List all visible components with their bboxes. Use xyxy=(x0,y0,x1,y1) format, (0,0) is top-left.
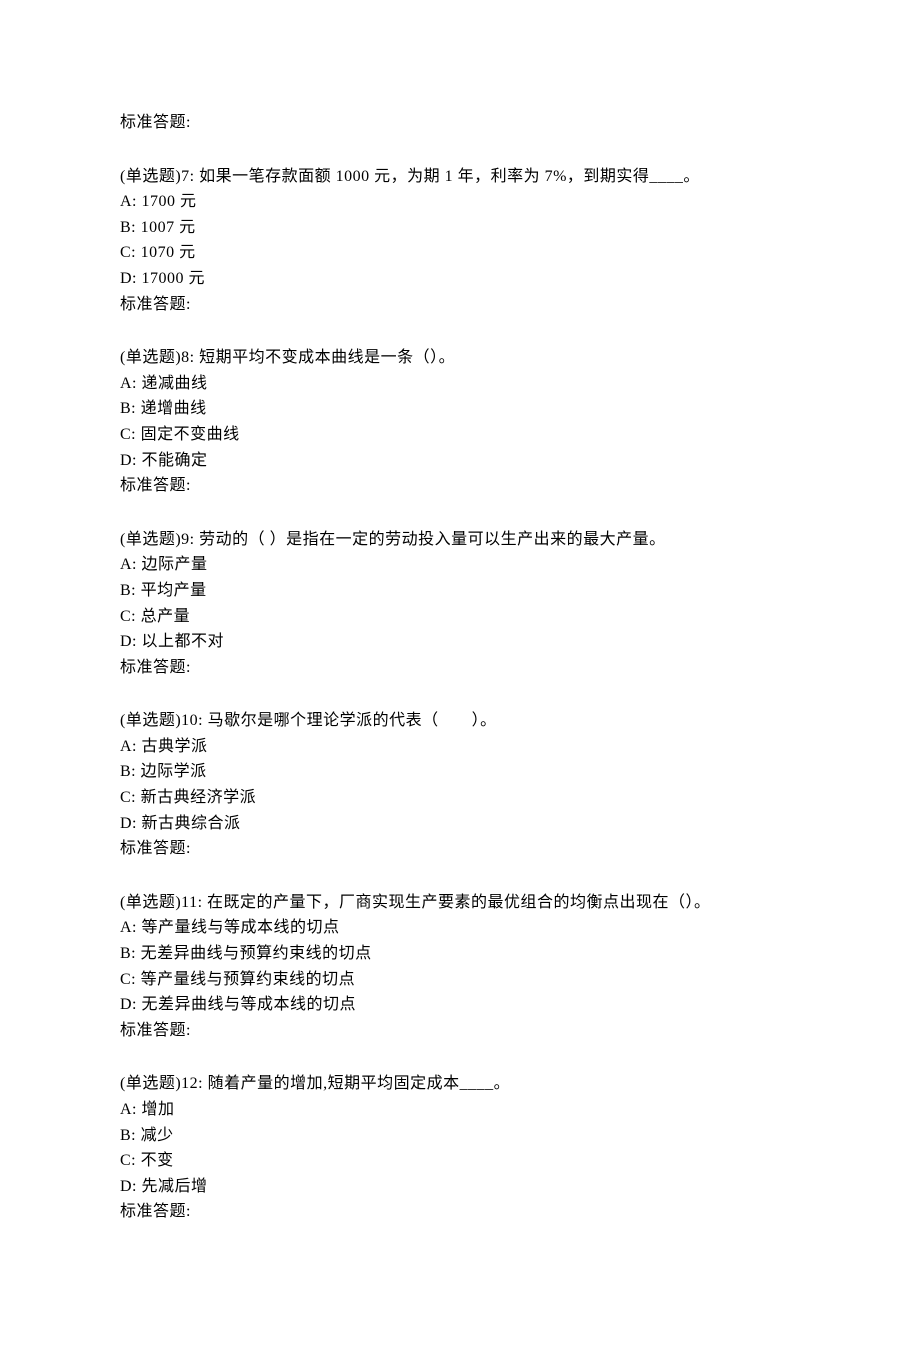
option-c: C: 新古典经济学派 xyxy=(120,785,800,811)
option-d: D: 17000 元 xyxy=(120,266,800,292)
option-c: C: 总产量 xyxy=(120,604,800,630)
option-d: D: 先减后增 xyxy=(120,1174,800,1200)
question-10: (单选题)10: 马歇尔是哪个理论学派的代表（ ）。 A: 古典学派 B: 边际… xyxy=(120,708,800,862)
question-7: (单选题)7: 如果一笔存款面额 1000 元，为期 1 年，利率为 7%，到期… xyxy=(120,164,800,318)
option-d: D: 以上都不对 xyxy=(120,629,800,655)
question-11: (单选题)11: 在既定的产量下，厂商实现生产要素的最优组合的均衡点出现在（）。… xyxy=(120,890,800,1044)
answer-label: 标准答题: xyxy=(120,1199,800,1225)
option-d: D: 不能确定 xyxy=(120,448,800,474)
question-header: (单选题)9: 劳动的（ ）是指在一定的劳动投入量可以生产出来的最大产量。 xyxy=(120,527,800,553)
option-c: C: 等产量线与预算约束线的切点 xyxy=(120,967,800,993)
question-header: (单选题)12: 随着产量的增加,短期平均固定成本____。 xyxy=(120,1071,800,1097)
option-d: D: 无差异曲线与等成本线的切点 xyxy=(120,992,800,1018)
option-a: A: 古典学派 xyxy=(120,734,800,760)
option-b: B: 边际学派 xyxy=(120,759,800,785)
answer-label: 标准答题: xyxy=(120,110,800,136)
option-a: A: 递减曲线 xyxy=(120,371,800,397)
option-d: D: 新古典综合派 xyxy=(120,811,800,837)
option-b: B: 减少 xyxy=(120,1123,800,1149)
question-header: (单选题)7: 如果一笔存款面额 1000 元，为期 1 年，利率为 7%，到期… xyxy=(120,164,800,190)
question-9: (单选题)9: 劳动的（ ）是指在一定的劳动投入量可以生产出来的最大产量。 A:… xyxy=(120,527,800,681)
question-header: (单选题)8: 短期平均不变成本曲线是一条（）。 xyxy=(120,345,800,371)
answer-label: 标准答题: xyxy=(120,836,800,862)
option-b: B: 无差异曲线与预算约束线的切点 xyxy=(120,941,800,967)
question-header: (单选题)11: 在既定的产量下，厂商实现生产要素的最优组合的均衡点出现在（）。 xyxy=(120,890,800,916)
option-a: A: 1700 元 xyxy=(120,189,800,215)
option-b: B: 1007 元 xyxy=(120,215,800,241)
option-c: C: 不变 xyxy=(120,1148,800,1174)
option-b: B: 递增曲线 xyxy=(120,396,800,422)
option-a: A: 边际产量 xyxy=(120,552,800,578)
answer-label: 标准答题: xyxy=(120,655,800,681)
question-header: (单选题)10: 马歇尔是哪个理论学派的代表（ ）。 xyxy=(120,708,800,734)
question-8: (单选题)8: 短期平均不变成本曲线是一条（）。 A: 递减曲线 B: 递增曲线… xyxy=(120,345,800,499)
option-a: A: 增加 xyxy=(120,1097,800,1123)
answer-label: 标准答题: xyxy=(120,292,800,318)
answer-label: 标准答题: xyxy=(120,473,800,499)
option-c: C: 1070 元 xyxy=(120,240,800,266)
leading-answer-block: 标准答题: xyxy=(120,110,800,136)
answer-label: 标准答题: xyxy=(120,1018,800,1044)
option-c: C: 固定不变曲线 xyxy=(120,422,800,448)
option-b: B: 平均产量 xyxy=(120,578,800,604)
question-12: (单选题)12: 随着产量的增加,短期平均固定成本____。 A: 增加 B: … xyxy=(120,1071,800,1225)
option-a: A: 等产量线与等成本线的切点 xyxy=(120,915,800,941)
